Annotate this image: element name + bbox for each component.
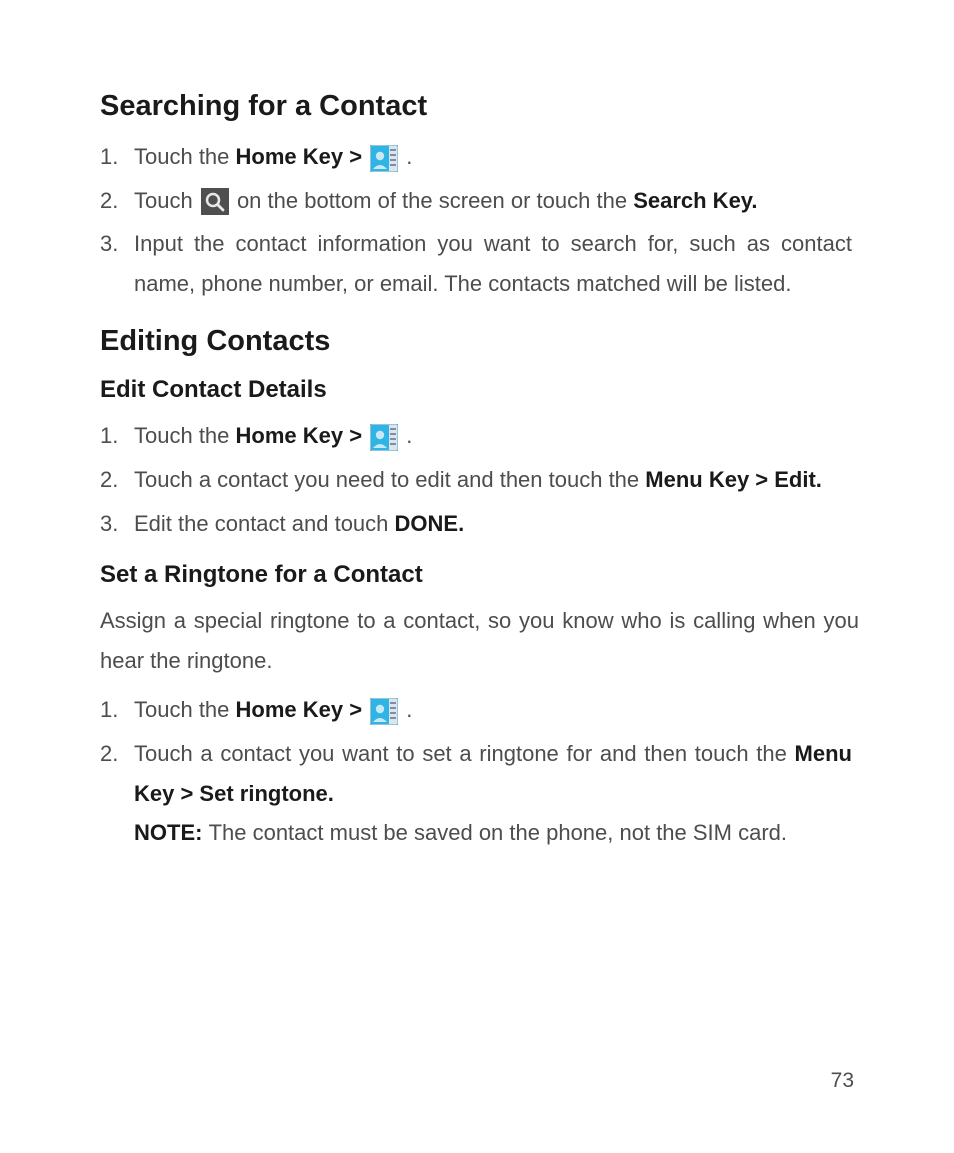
text: Edit the contact and touch — [134, 511, 395, 536]
contacts-app-icon — [370, 698, 398, 725]
search-icon — [201, 188, 229, 215]
list-item: 2. Touch a contact you want to set a rin… — [100, 734, 859, 853]
list-number: 3. — [100, 224, 134, 264]
list-number: 3. — [100, 504, 134, 544]
subheading-edit-details: Edit Contact Details — [100, 376, 859, 404]
list-number: 2. — [100, 181, 134, 221]
text: Touch the — [134, 423, 236, 448]
list-item: 3. Input the contact information you wan… — [100, 224, 859, 303]
text: . — [400, 144, 412, 169]
list-item: 1. Touch the Home Key > . — [100, 416, 859, 456]
contacts-app-icon — [370, 145, 398, 172]
text: Touch a contact you need to edit and the… — [134, 467, 645, 492]
list-edit-details: 1. Touch the Home Key > . — [100, 416, 859, 543]
list-item: 1. Touch the Home Key > . — [100, 690, 859, 730]
text-bold: Home Key > — [236, 423, 369, 448]
text-bold: Search Key. — [633, 188, 757, 213]
text-bold: Home Key > — [236, 697, 369, 722]
paragraph-ringtone-intro: Assign a special ringtone to a contact, … — [100, 601, 859, 680]
list-number: 1. — [100, 137, 134, 177]
list-item: 1. Touch the Home Key > . — [100, 137, 859, 177]
list-number: 2. — [100, 460, 134, 500]
subheading-ringtone: Set a Ringtone for a Contact — [100, 561, 859, 589]
text-bold: Home Key > — [236, 144, 369, 169]
list-number: 2. — [100, 734, 134, 774]
list-number: 1. — [100, 690, 134, 730]
list-ringtone: 1. Touch the Home Key > . — [100, 690, 859, 852]
text: Touch the — [134, 697, 236, 722]
text: . — [400, 697, 412, 722]
heading-searching: Searching for a Contact — [100, 90, 859, 123]
note-text: The contact must be saved on the phone, … — [209, 820, 787, 845]
text-bold: DONE. — [395, 511, 465, 536]
text-bold: Menu Key > Edit. — [645, 467, 822, 492]
text: Touch — [134, 188, 199, 213]
list-item: 2. Touch a contact you need to edit and … — [100, 460, 859, 500]
list-item: 2. Touch on the bottom of the screen or … — [100, 181, 859, 221]
heading-editing: Editing Contacts — [100, 325, 859, 358]
contacts-app-icon — [370, 424, 398, 451]
page: Searching for a Contact 1. Touch the Hom… — [0, 0, 954, 1153]
text: Input the contact information you want t… — [134, 224, 852, 303]
list-item: 3. Edit the contact and touch DONE. — [100, 504, 859, 544]
text: on the bottom of the screen or touch the — [231, 188, 633, 213]
list-number: 1. — [100, 416, 134, 456]
text: . — [400, 423, 412, 448]
text: Touch a contact you want to set a ringto… — [134, 741, 795, 766]
page-number: 73 — [831, 1069, 854, 1093]
list-searching: 1. Touch the Home Key > . — [100, 137, 859, 303]
text: Touch the — [134, 144, 236, 169]
note-label: NOTE: — [134, 820, 209, 845]
